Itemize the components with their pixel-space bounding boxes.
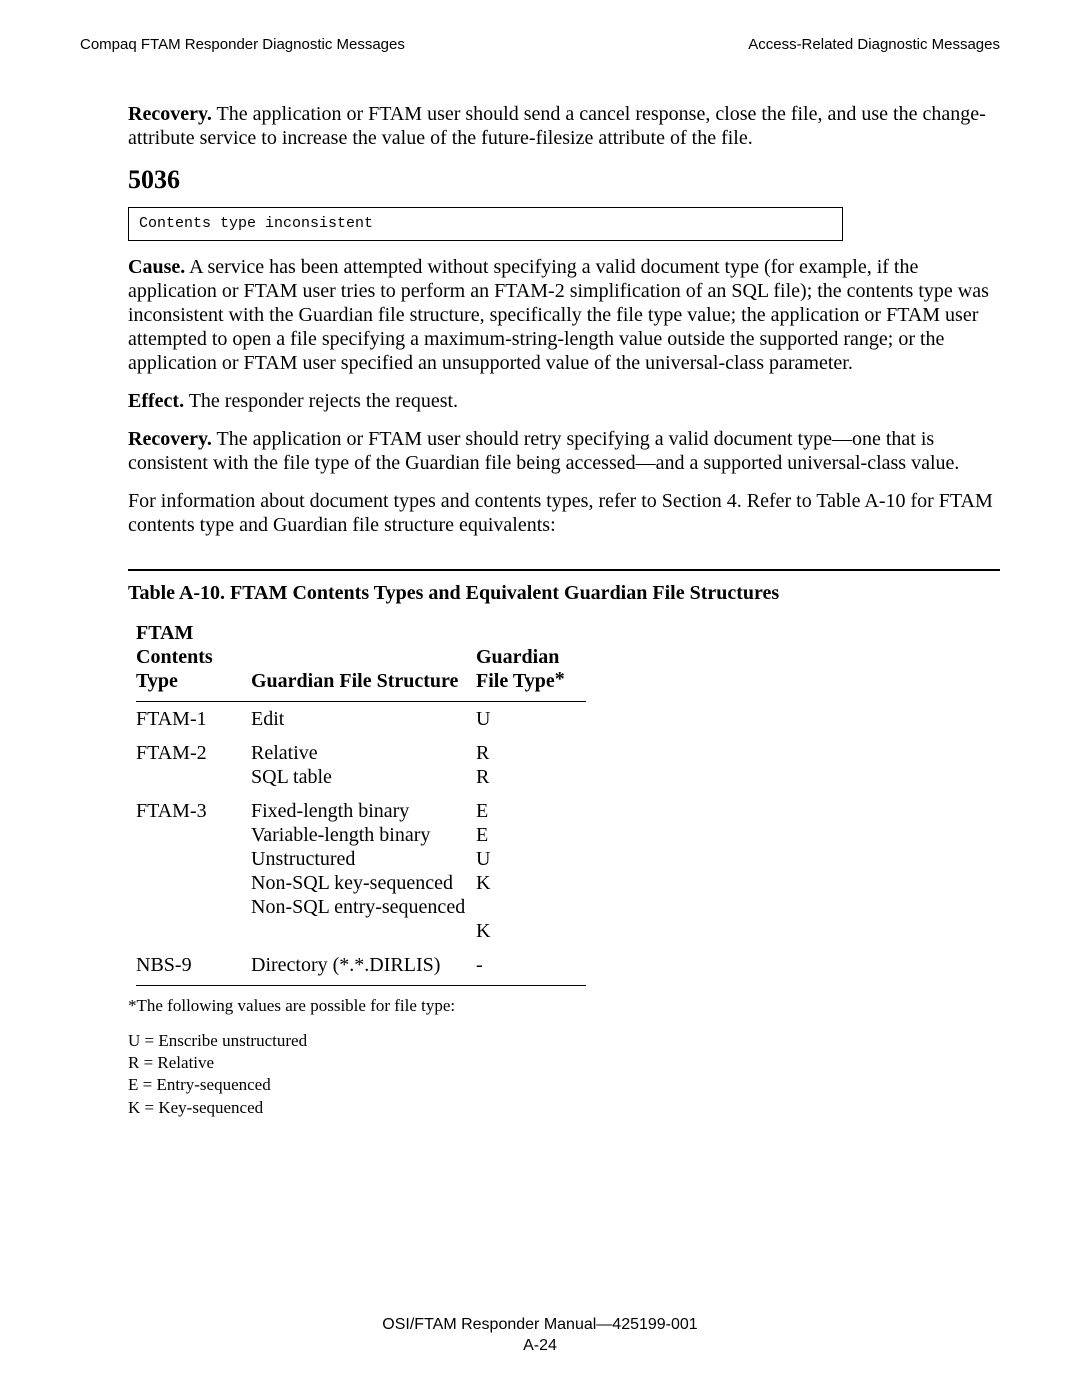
cause-label: Cause. [128,256,185,278]
header-right: Access-Related Diagnostic Messages [748,36,1000,54]
table-row: FTAM-1 Edit U [136,702,586,737]
table-a10: Table A-10. FTAM Contents Types and Equi… [128,569,1000,986]
footer-page: A-24 [0,1336,1080,1355]
recovery2-label: Recovery. [128,428,212,450]
footnote-u: U = Enscribe unstructured [128,1031,1000,1051]
effect-text: The responder rejects the request. [184,390,458,412]
table-rule [128,569,1000,571]
footer-main: OSI/FTAM Responder Manual—425199-001 [382,1316,697,1333]
table-row: FTAM-2 Relative SQL table R R [136,736,586,794]
table-title: Table A-10. FTAM Contents Types and Equi… [128,581,1000,605]
footnote-lead: *The following values are possible for f… [128,996,1000,1016]
footnotes: *The following values are possible for f… [128,996,1000,1118]
table-row: NBS-9 Directory (*.*.DIRLIS) - [136,948,586,986]
cause-text: A service has been attempted without spe… [128,256,989,374]
recovery-paragraph-2: Recovery. The application or FTAM user s… [128,427,1000,475]
recovery2-text: The application or FTAM user should retr… [128,428,959,474]
effect-label: Effect. [128,390,184,412]
page-header: Compaq FTAM Responder Diagnostic Message… [80,36,1000,54]
cause-paragraph: Cause. A service has been attempted with… [128,255,1000,375]
page-footer: OSI/FTAM Responder Manual—425199-001 A-2… [0,1315,1080,1355]
th-contents-type: FTAM Contents Type [136,615,251,702]
body-content: Recovery. The application or FTAM user s… [80,102,1000,1118]
recovery-paragraph-1: Recovery. The application or FTAM user s… [128,102,1000,150]
message-box: Contents type inconsistent [128,207,843,241]
footnote-k: K = Key-sequenced [128,1098,1000,1118]
th-file-type: Guardian File Type* [476,615,586,702]
more-info-paragraph: For information about document types and… [128,489,1000,537]
th-file-structure: Guardian File Structure [251,615,476,702]
effect-paragraph: Effect. The responder rejects the reques… [128,389,1000,413]
recovery-label: Recovery. [128,103,212,125]
table-row: FTAM-3 Fixed-length binary Variable-leng… [136,794,586,948]
asterisk-icon: * [555,668,565,690]
contents-type-table: FTAM Contents Type Guardian File Structu… [136,615,586,986]
section-number: 5036 [128,164,1000,195]
footnote-r: R = Relative [128,1053,1000,1073]
footnote-e: E = Entry-sequenced [128,1075,1000,1095]
header-left: Compaq FTAM Responder Diagnostic Message… [80,36,405,54]
recovery-text: The application or FTAM user should send… [128,103,986,149]
